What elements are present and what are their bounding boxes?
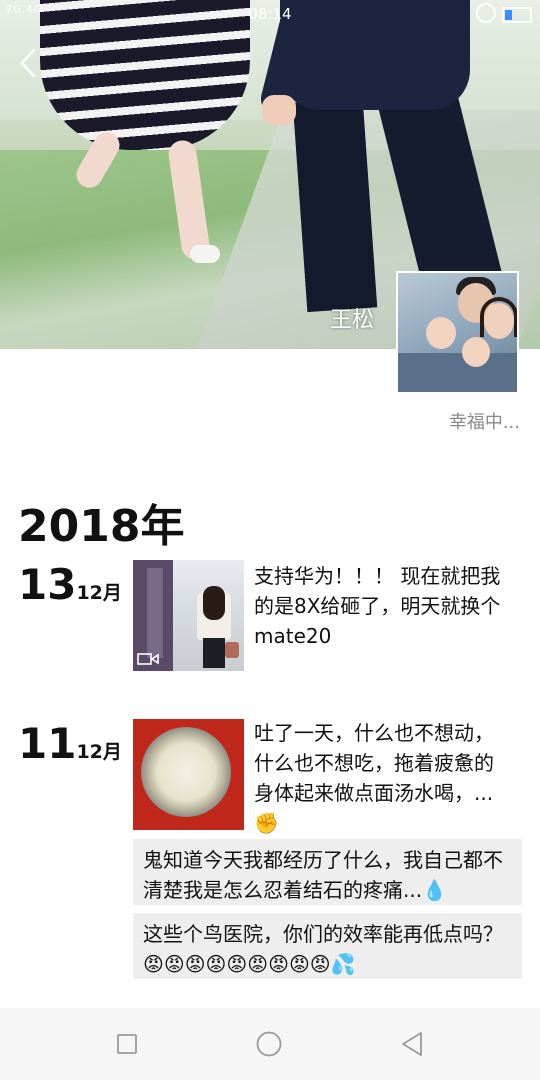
profile-signature: 幸福中... bbox=[448, 412, 520, 433]
home-button[interactable] bbox=[255, 1030, 283, 1058]
cover-woman-shoe bbox=[190, 245, 220, 263]
entry-text[interactable]: 吐了一天，什么也不想动，什么也不想吃，拖着疲惫的身体起来做点面汤水喝，...✊ bbox=[254, 718, 512, 838]
back-nav-button[interactable] bbox=[398, 1030, 426, 1058]
timeline-year: 2018年 bbox=[18, 501, 185, 552]
back-icon bbox=[402, 1032, 422, 1056]
entry-day: 13 bbox=[18, 560, 77, 609]
thumb-bowl bbox=[141, 727, 231, 817]
video-camera-icon bbox=[137, 653, 159, 665]
profile-name: 王松 bbox=[330, 308, 375, 333]
thumb-pants bbox=[203, 638, 225, 668]
cover-man-leg bbox=[292, 97, 378, 313]
cover-holding-hands bbox=[262, 95, 296, 125]
photo-thumbnail[interactable] bbox=[133, 719, 244, 830]
entry-date: 1112月 bbox=[18, 719, 122, 768]
avatar-shirt bbox=[398, 353, 517, 392]
thumb-wall bbox=[147, 568, 163, 658]
rotation-lock-icon bbox=[476, 3, 496, 23]
back-button[interactable] bbox=[14, 46, 44, 80]
thumb-bag bbox=[225, 642, 239, 658]
chevron-left-icon bbox=[20, 48, 36, 78]
status-bar: 2G 4G 08:14 bbox=[0, 0, 540, 28]
entry-month: 12月 bbox=[76, 741, 122, 763]
entry-text[interactable]: 支持华为！！！ 现在就把我的是8X给砸了，明天就换个mate20 bbox=[254, 561, 512, 651]
text-post[interactable]: 鬼知道今天我都经历了什么，我自己都不清楚我是怎么忍着结石的疼痛...💧 bbox=[133, 839, 522, 905]
thumb-hair bbox=[203, 586, 225, 620]
avatar-face bbox=[426, 317, 456, 349]
recent-apps-icon bbox=[117, 1034, 137, 1054]
avatar[interactable] bbox=[396, 271, 519, 394]
battery-level bbox=[505, 10, 512, 20]
home-icon bbox=[256, 1031, 282, 1057]
entry-day: 11 bbox=[18, 719, 77, 768]
text-post[interactable]: 这些个鸟医院，你们的效率能再低点吗？ 😡😡😡😡😡😡😡😡😡💦 bbox=[133, 913, 522, 979]
entry-month: 12月 bbox=[76, 582, 122, 604]
video-thumbnail[interactable] bbox=[133, 560, 244, 671]
recent-apps-button[interactable] bbox=[113, 1030, 141, 1058]
status-time: 08:14 bbox=[248, 5, 292, 23]
entry-date: 1312月 bbox=[18, 560, 122, 609]
battery-icon bbox=[502, 7, 532, 23]
navigation-bar bbox=[0, 1008, 540, 1080]
avatar-face bbox=[462, 337, 490, 367]
avatar-face bbox=[484, 303, 514, 339]
